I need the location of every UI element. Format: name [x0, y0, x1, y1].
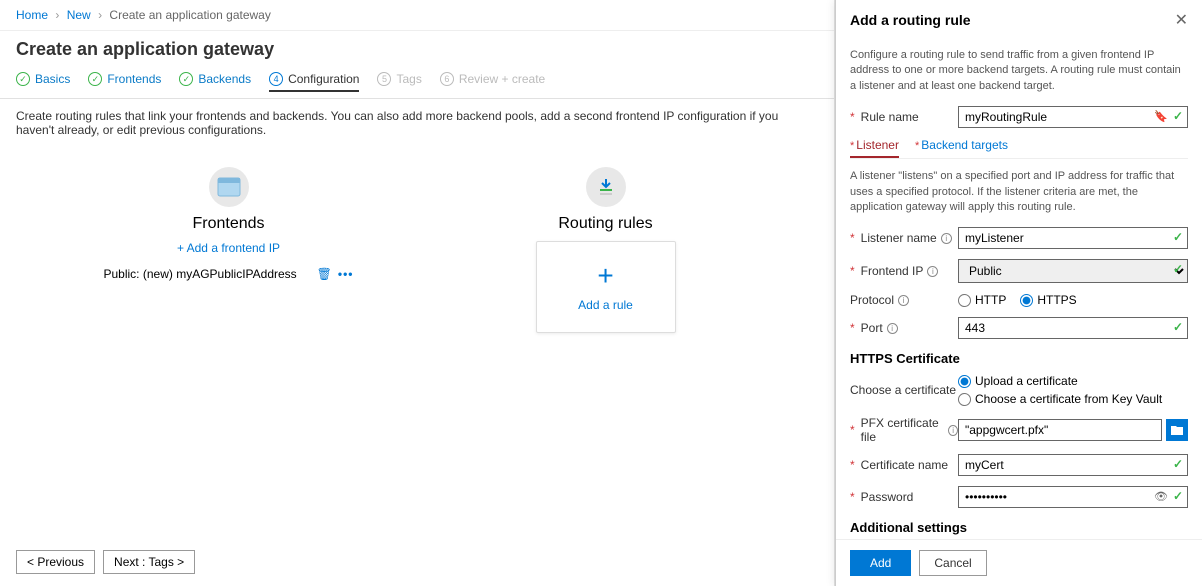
- routing-rules-section: Routing rules + Add a rule: [481, 167, 731, 333]
- subtab-listener[interactable]: *Listener: [850, 138, 899, 158]
- protocol-http-radio[interactable]: HTTP: [958, 293, 1006, 307]
- add-routing-rule-panel: Add a routing rule ✕ Configure a routing…: [835, 0, 1202, 586]
- listener-name-input[interactable]: [958, 227, 1188, 249]
- subtab-backend-targets[interactable]: *Backend targets: [915, 138, 1008, 158]
- tab-backends[interactable]: ✓Backends: [179, 72, 251, 92]
- wizard-tabs: ✓Basics ✓Frontends ✓Backends 4Configurat…: [0, 72, 834, 99]
- breadcrumb: Home › New › Create an application gatew…: [0, 0, 834, 31]
- pfx-file-input[interactable]: [958, 419, 1162, 441]
- tab-basics[interactable]: ✓Basics: [16, 72, 70, 92]
- panel-title: Add a routing rule: [850, 12, 971, 28]
- delete-frontend-icon[interactable]: 🗑: [317, 267, 332, 281]
- cancel-button[interactable]: Cancel: [919, 550, 986, 576]
- cert-badge-icon: 🔖: [1154, 110, 1168, 123]
- cert-name-input[interactable]: [958, 454, 1188, 476]
- info-icon[interactable]: i: [898, 295, 909, 306]
- tab-tags[interactable]: 5Tags: [377, 72, 421, 92]
- frontends-icon: [209, 167, 249, 207]
- breadcrumb-home[interactable]: Home: [16, 8, 48, 22]
- info-icon[interactable]: i: [941, 233, 952, 244]
- routing-rules-title: Routing rules: [481, 215, 731, 233]
- breadcrumb-new[interactable]: New: [67, 8, 91, 22]
- protocol-https-radio[interactable]: HTTPS: [1020, 293, 1076, 307]
- pfx-file-label: PFX certificate file: [861, 416, 945, 444]
- tab-frontends[interactable]: ✓Frontends: [88, 72, 161, 92]
- frontend-item-label: Public: (new) myAGPublicIPAddress: [104, 267, 297, 281]
- frontend-ip-select[interactable]: Public: [958, 259, 1188, 283]
- frontend-more-icon[interactable]: •••: [338, 267, 354, 281]
- info-icon[interactable]: i: [927, 266, 938, 277]
- frontends-title: Frontends: [104, 215, 354, 233]
- add-rule-card[interactable]: + Add a rule: [536, 241, 676, 333]
- port-label: Port: [861, 321, 883, 335]
- password-label: Password: [861, 490, 914, 504]
- listener-description: A listener "listens" on a specified port…: [850, 169, 1188, 215]
- page-title: Create an application gateway: [0, 31, 834, 72]
- config-description: Create routing rules that link your fron…: [0, 99, 834, 147]
- add-frontend-link[interactable]: + Add a frontend IP: [104, 241, 354, 255]
- port-input[interactable]: [958, 317, 1188, 339]
- panel-description: Configure a routing rule to send traffic…: [850, 48, 1188, 94]
- plus-icon: +: [557, 262, 655, 290]
- https-certificate-heading: HTTPS Certificate: [850, 351, 1188, 366]
- additional-settings-heading: Additional settings: [850, 520, 1188, 535]
- upload-cert-radio[interactable]: Upload a certificate: [958, 374, 1078, 388]
- tab-configuration[interactable]: 4Configuration: [269, 72, 359, 92]
- choose-cert-label: Choose a certificate: [850, 383, 956, 397]
- close-icon[interactable]: ✕: [1175, 10, 1188, 30]
- routing-rules-icon: [586, 167, 626, 207]
- rule-name-label: Rule name: [861, 110, 919, 124]
- info-icon[interactable]: i: [948, 425, 958, 436]
- frontends-section: Frontends + Add a frontend IP Public: (n…: [104, 167, 354, 333]
- cert-name-label: Certificate name: [861, 458, 948, 472]
- eye-icon[interactable]: 👁: [1154, 490, 1168, 503]
- add-button[interactable]: Add: [850, 550, 911, 576]
- next-button[interactable]: Next : Tags >: [103, 550, 195, 574]
- frontend-ip-label: Frontend IP: [861, 264, 924, 278]
- keyvault-cert-radio[interactable]: Choose a certificate from Key Vault: [958, 392, 1162, 406]
- tab-review[interactable]: 6Review + create: [440, 72, 545, 92]
- info-icon[interactable]: i: [887, 323, 898, 334]
- add-rule-link[interactable]: Add a rule: [557, 298, 655, 312]
- breadcrumb-current: Create an application gateway: [109, 8, 270, 22]
- browse-file-button[interactable]: [1166, 419, 1188, 441]
- protocol-label: Protocol: [850, 293, 894, 307]
- listener-name-label: Listener name: [861, 231, 937, 245]
- previous-button[interactable]: < Previous: [16, 550, 95, 574]
